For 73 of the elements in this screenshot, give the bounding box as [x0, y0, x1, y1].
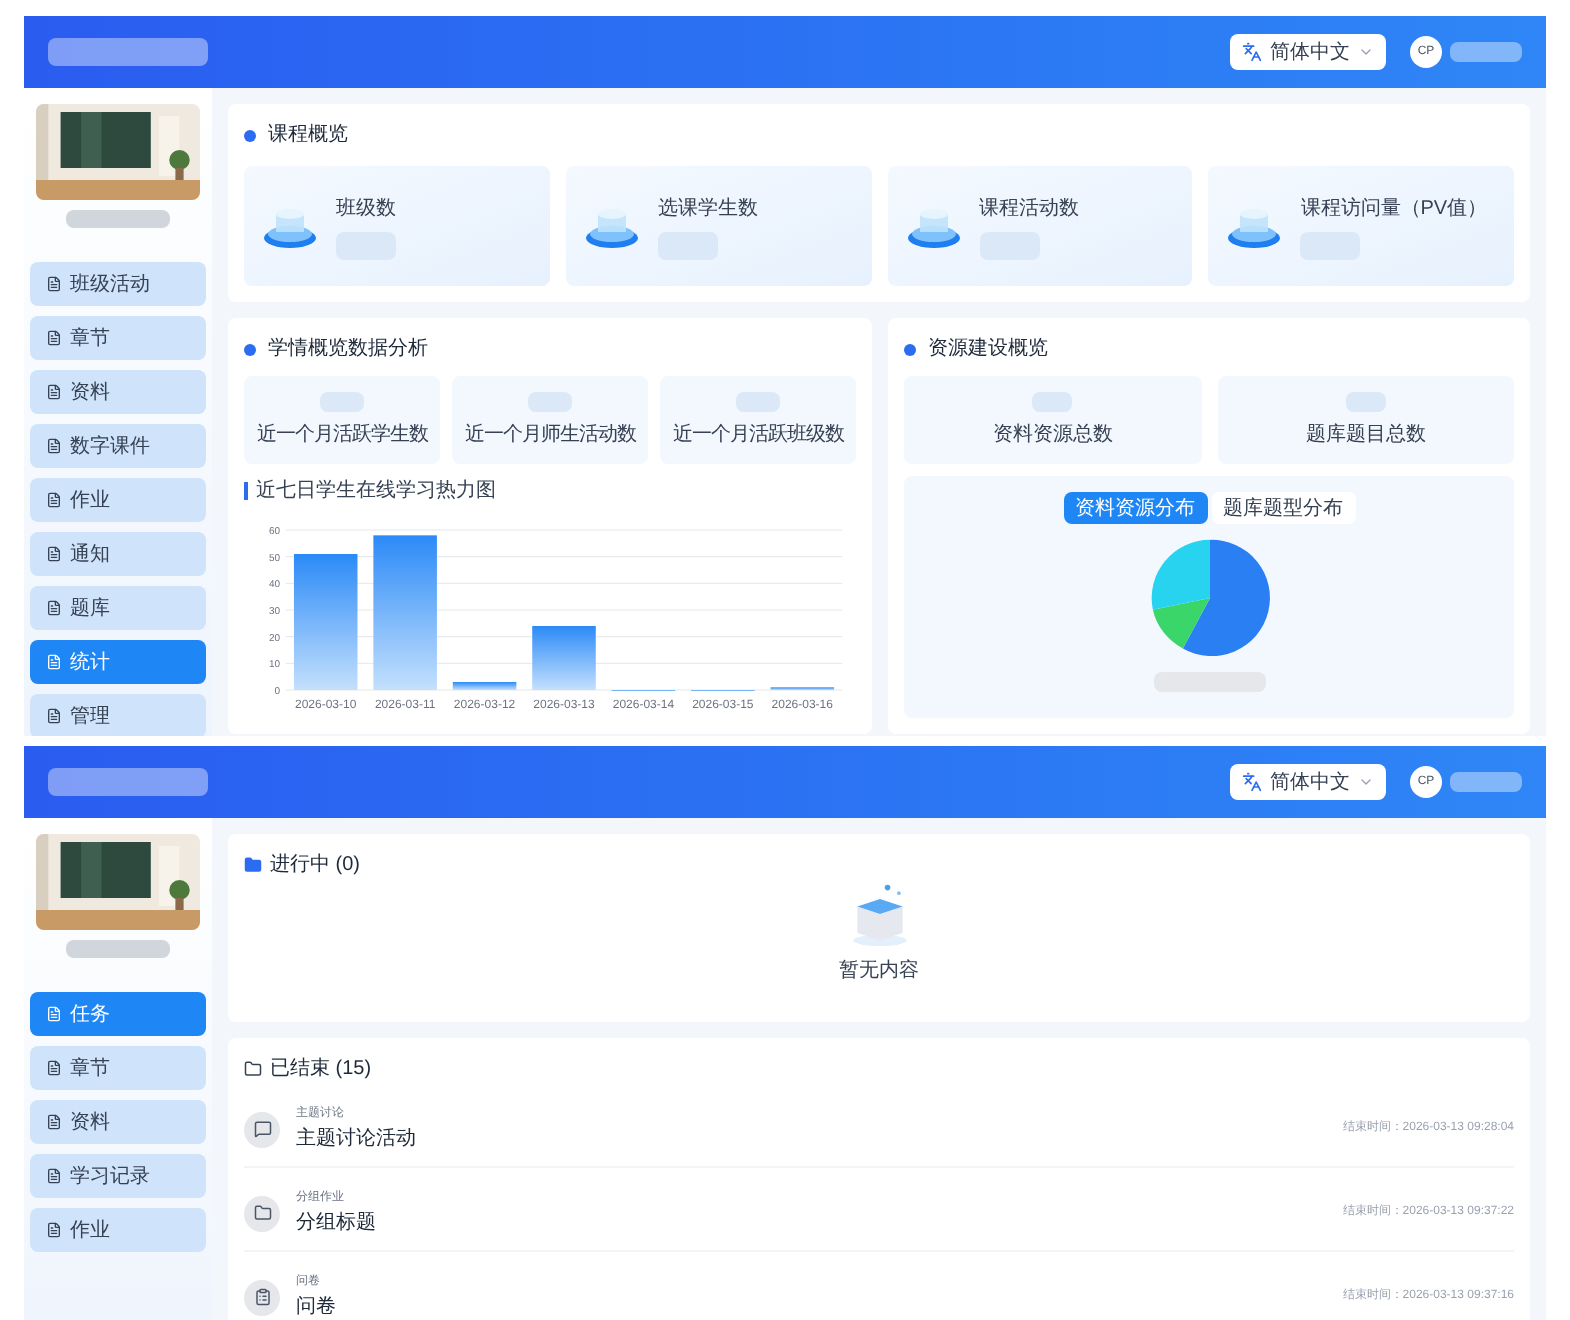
sidebar-item[interactable]: 资料 [30, 1100, 206, 1144]
chart-bar [532, 626, 596, 690]
blurred-course-name [66, 940, 170, 958]
document-icon [46, 438, 62, 454]
chat-icon [253, 1120, 271, 1138]
stat-label: 班级数 [336, 195, 396, 223]
stat-label: 近一个月活跃学生数 [256, 421, 428, 449]
document-icon [46, 330, 62, 346]
blurred-course-name [66, 210, 170, 228]
sidebar-item[interactable]: 章节 [30, 316, 206, 360]
stat-label: 近一个月活跃班级数 [672, 421, 844, 449]
section-title: 学情概览数据分析 [268, 335, 428, 364]
chart-bar [293, 554, 358, 690]
stat-label: 选课学生数 [657, 195, 758, 223]
document-icon [46, 276, 62, 292]
sidebar-item[interactable]: 作业 [30, 478, 206, 522]
chart-title: 近七日学生在线学习热力图 [256, 477, 496, 506]
empty-message: 暂无内容 [839, 957, 919, 986]
folder-icon [244, 856, 262, 874]
chart-tab[interactable]: 资料资源分布 [1063, 492, 1207, 524]
sidebar-item[interactable]: 通知 [30, 532, 206, 576]
blurred-username [1450, 772, 1522, 792]
language-selector[interactable]: 简体中文 [1230, 34, 1386, 70]
blurred-value [320, 391, 364, 411]
document-icon [46, 1222, 62, 1238]
pie-chart-drawing [1147, 536, 1271, 660]
activity-title: 问卷 [296, 1293, 336, 1320]
document-icon [46, 708, 62, 724]
language-icon [1242, 42, 1262, 62]
stat-label: 课程访问量（PV值） [1300, 195, 1488, 223]
sidebar-item[interactable]: 学习记录 [30, 1154, 206, 1198]
blurred-value [528, 391, 572, 411]
clipboard-icon [253, 1288, 271, 1306]
sidebar-item[interactable]: 题库 [30, 586, 206, 630]
language-icon [1242, 772, 1262, 792]
document-icon [46, 546, 62, 562]
sidebar-item[interactable]: 统计 [30, 640, 206, 684]
document-icon [46, 1006, 62, 1022]
sidebar-item[interactable]: 班级活动 [30, 262, 206, 306]
language-selector[interactable]: 简体中文 [1230, 764, 1386, 800]
stat-label: 近一个月师生活动数 [464, 421, 636, 449]
stat-label: 资料资源总数 [992, 421, 1113, 449]
document-icon [46, 600, 62, 616]
section-title: 资源建设概览 [928, 335, 1048, 364]
sidebar-item[interactable]: 章节 [30, 1046, 206, 1090]
activity-title: 分组标题 [296, 1209, 376, 1237]
sidebar-item[interactable]: 任务 [30, 992, 206, 1036]
caret-icon [1358, 774, 1374, 790]
blurred-value [1032, 391, 1073, 411]
document-icon [46, 1060, 62, 1076]
folder-icon [244, 1060, 262, 1078]
blurred-value [736, 391, 780, 411]
activity-title: 主题讨论活动 [296, 1125, 416, 1153]
blurred-value [1345, 391, 1386, 411]
stat-label: 题库题目总数 [1305, 421, 1426, 449]
section-title: 进行中 (0) [270, 851, 360, 880]
document-icon [46, 384, 62, 400]
chart-bar [452, 682, 517, 690]
caret-icon [1358, 44, 1374, 60]
sidebar-item[interactable]: 作业 [30, 1208, 206, 1252]
sidebar-item[interactable]: 资料 [30, 370, 206, 414]
blurred-username [1450, 42, 1522, 62]
sidebar-item[interactable]: 数字课件 [30, 424, 206, 468]
document-icon [46, 1168, 62, 1184]
document-icon [46, 654, 62, 670]
section-title: 课程概览 [268, 121, 348, 150]
sidebar-item[interactable]: 管理 [30, 694, 206, 736]
stat-label: 课程活动数 [979, 195, 1079, 223]
document-icon [46, 1114, 62, 1130]
chart-tab[interactable]: 题库题型分布 [1211, 492, 1355, 524]
section-title: 已结束 (15) [270, 1055, 372, 1084]
folder-icon [253, 1204, 271, 1222]
document-icon [46, 492, 62, 508]
